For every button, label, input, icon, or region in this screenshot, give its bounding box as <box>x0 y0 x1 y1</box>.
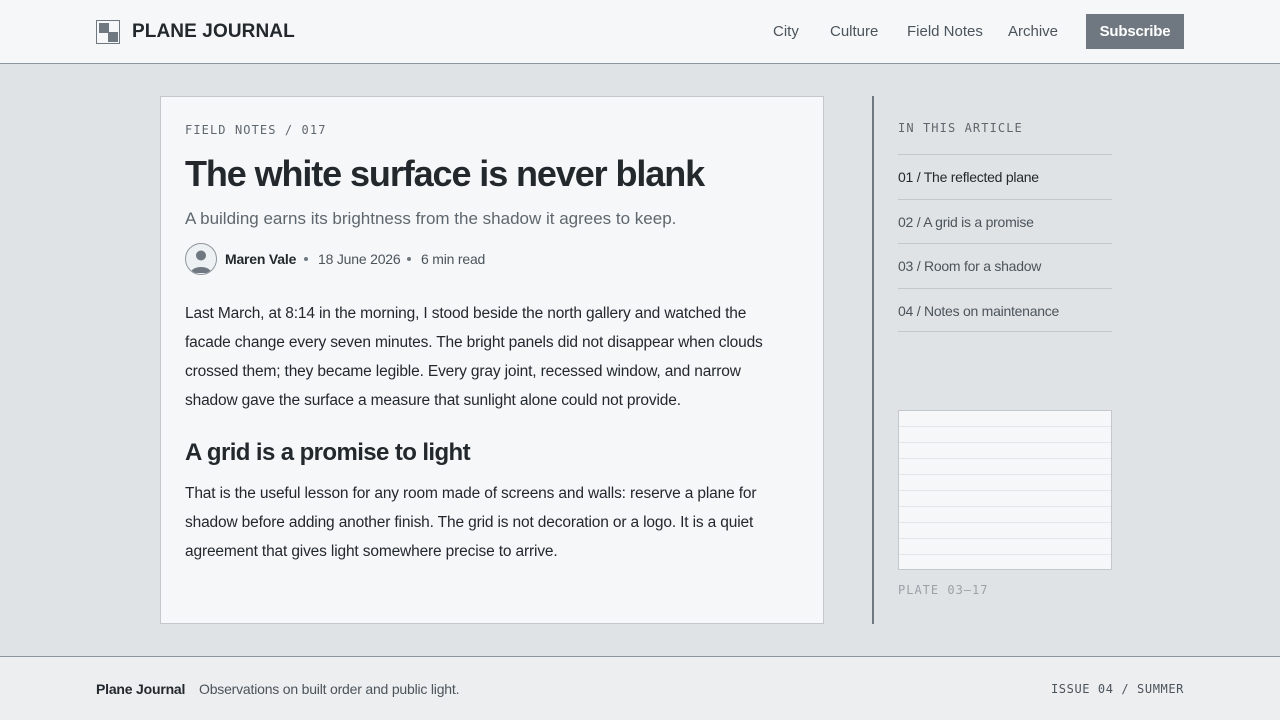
plate-image-placeholder <box>898 410 1112 570</box>
toc-item-maintenance[interactable]: 04 / Notes on maintenance <box>898 287 1112 332</box>
publish-date: 18 June 2026 <box>318 251 401 267</box>
read-time: 6 min read <box>421 251 486 267</box>
toc-item-reflected-plane[interactable]: 01 / The reflected plane <box>898 154 1112 199</box>
nav-link-field-notes[interactable]: Field Notes <box>907 20 983 44</box>
table-of-contents: 01 / The reflected plane 02 / A grid is … <box>898 154 1112 332</box>
article-subheading: A grid is a promise to light <box>185 439 471 466</box>
nav-link-archive[interactable]: Archive <box>1008 20 1058 44</box>
article-title: The white surface is never blank <box>185 153 705 194</box>
avatar-silhouette-icon <box>191 250 211 273</box>
article-deck: A building earns its brightness from the… <box>185 209 677 228</box>
meta-separator-dot <box>407 257 411 261</box>
sidebar-divider <box>872 96 874 624</box>
subscribe-button[interactable]: Subscribe <box>1086 14 1184 49</box>
meta-separator-dot <box>304 257 308 261</box>
site-brand[interactable]: PLANE JOURNAL <box>132 20 295 44</box>
article-paragraph: Last March, at 8:14 in the morning, I st… <box>185 305 763 409</box>
toc-heading: IN THIS ARTICLE <box>898 121 1023 135</box>
site-header: PLANE JOURNAL City Culture Field Notes A… <box>0 0 1280 64</box>
article-paragraph: That is the useful lesson for any room m… <box>185 485 757 560</box>
nav-link-culture[interactable]: Culture <box>830 20 878 44</box>
nav-link-city[interactable]: City <box>773 20 799 44</box>
logo-square-bottom-right <box>108 32 118 42</box>
footer-issue-label: ISSUE 04 / SUMMER <box>1050 682 1184 696</box>
article-card: FIELD NOTES / 017 The white surface is n… <box>160 96 824 624</box>
plate-caption: PLATE 03–17 <box>898 583 989 597</box>
user-avatar-icon[interactable] <box>185 243 217 275</box>
toc-item-grid-promise[interactable]: 02 / A grid is a promise <box>898 198 1112 244</box>
split-square-logo-icon[interactable] <box>96 20 120 44</box>
footer-brand[interactable]: Plane Journal <box>96 679 185 699</box>
article-kicker: FIELD NOTES / 017 <box>185 123 327 137</box>
toc-item-room-for-shadow[interactable]: 03 / Room for a shadow <box>898 243 1112 288</box>
author-name[interactable]: Maren Vale <box>225 248 296 270</box>
site-footer: Plane Journal Observations on built orde… <box>0 656 1280 720</box>
footer-tagline: Observations on built order and public l… <box>199 681 460 697</box>
